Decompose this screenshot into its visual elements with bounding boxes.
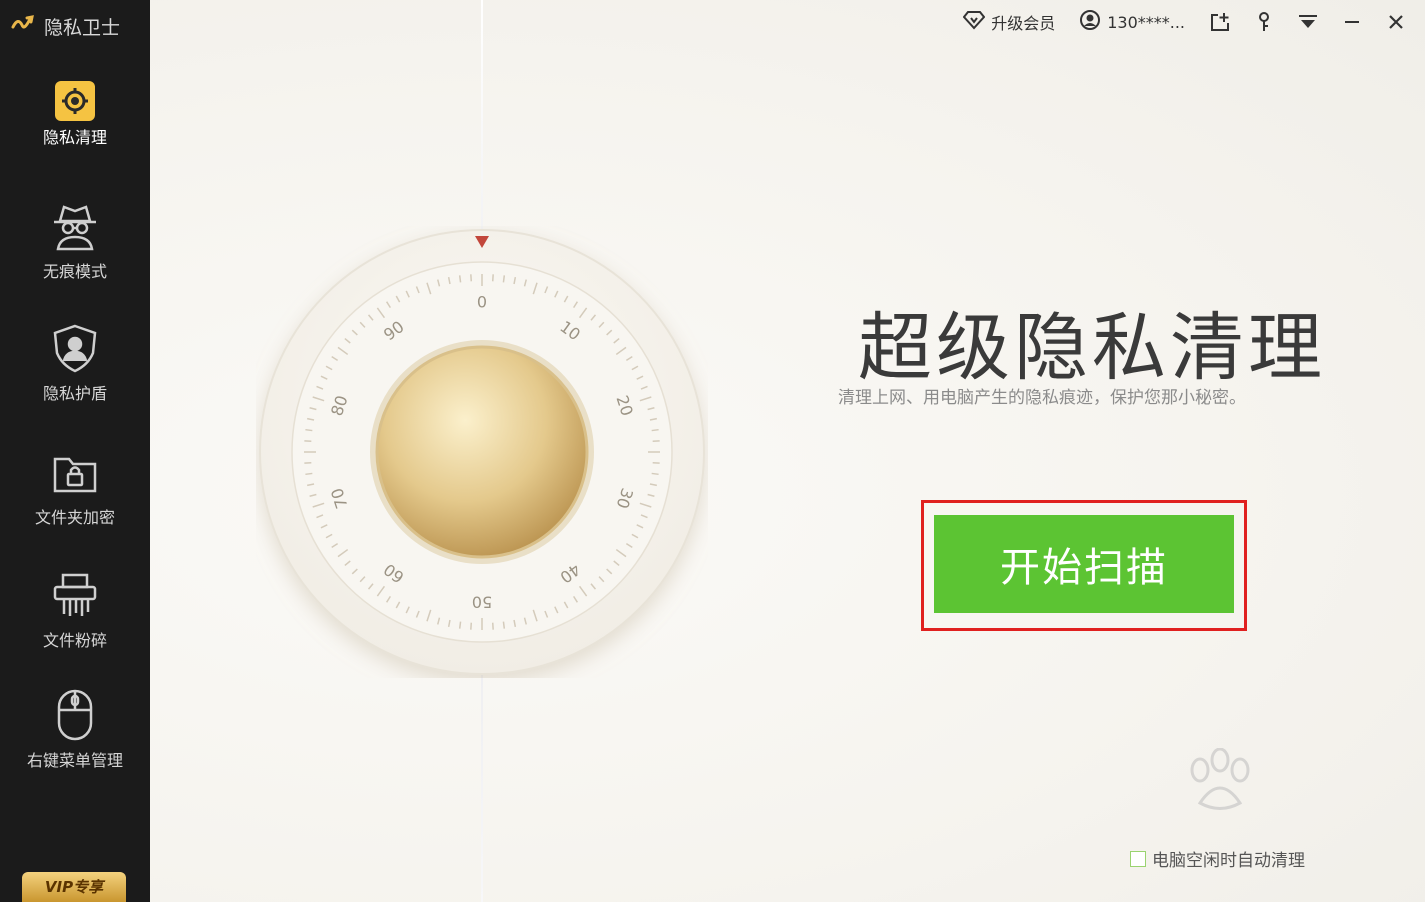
sidebar-item-label: 隐私护盾 — [42, 384, 107, 403]
key-icon[interactable] — [1253, 11, 1275, 33]
hero-subtitle: 清理上网、用电脑产生的隐私痕迹，保护您那小秘密。 — [838, 388, 1246, 408]
dial-number: 50 — [472, 593, 492, 612]
sidebar-item-incognito[interactable]: 无痕模式 — [0, 196, 150, 282]
diamond-icon — [962, 10, 986, 34]
incognito-icon — [45, 196, 105, 256]
user-account-button[interactable]: 130****... — [1079, 9, 1185, 35]
auto-clean-label: 电脑空闲时自动清理 — [1152, 851, 1305, 871]
folder-lock-icon — [45, 442, 105, 502]
mouse-icon — [45, 685, 105, 745]
auto-clean-option[interactable]: 电脑空闲时自动清理 — [1130, 846, 1305, 871]
app-logo-icon — [8, 11, 38, 41]
hero-title: 超级隐私清理 — [858, 305, 1326, 391]
privacy-clean-icon — [45, 80, 105, 122]
app-title: 隐私卫士 — [44, 16, 121, 39]
dial-number: 0 — [477, 293, 487, 312]
dial-tick — [305, 472, 313, 476]
dial-tick — [502, 275, 506, 283]
upgrade-member-button[interactable]: 升级会员 — [962, 10, 1056, 34]
privacy-shield-icon — [45, 318, 105, 378]
dial-tick — [651, 428, 659, 432]
dial-tick — [305, 428, 313, 432]
dial-tick — [458, 621, 462, 629]
sidebar-item-label: 无痕模式 — [42, 262, 107, 281]
file-shredder-icon — [45, 565, 105, 625]
user-account-label: 130****... — [1107, 12, 1185, 32]
safe-dial: 0102030405060708090 — [259, 229, 705, 675]
sidebar-item-privacy-shield[interactable]: 隐私护盾 — [0, 318, 150, 404]
sidebar-item-label: 右键菜单管理 — [26, 751, 123, 770]
main-panel: 升级会员 130****... 0 10 20 30 40 50 60 70 8… — [150, 0, 1425, 902]
close-icon[interactable] — [1385, 11, 1407, 33]
sidebar-item-label: 文件粉碎 — [42, 631, 107, 650]
sidebar-item-label: 隐私清理 — [42, 128, 107, 147]
menu-icon[interactable] — [1297, 11, 1319, 33]
sidebar-item-privacy-clean[interactable]: 隐私清理 — [0, 80, 150, 148]
sidebar-item-label: 文件夹加密 — [34, 508, 115, 527]
sidebar: 隐私卫士 隐私清理 无痕模式 隐私护盾 文件夹加密 文件粉碎 右键菜单管理 VI… — [0, 0, 150, 902]
auto-clean-checkbox[interactable] — [1130, 850, 1146, 867]
knob — [375, 345, 589, 559]
user-avatar-icon — [1079, 9, 1101, 35]
sidebar-item-folder-lock[interactable]: 文件夹加密 — [0, 442, 150, 528]
upgrade-member-label: 升级会员 — [991, 14, 1056, 33]
start-scan-button[interactable]: 开始扫描 — [934, 515, 1234, 613]
baidu-watermark — [1090, 748, 1350, 850]
app-brand: 隐私卫士 — [8, 8, 120, 44]
sidebar-item-context-menu[interactable]: 右键菜单管理 — [0, 685, 150, 771]
dial-tick — [502, 621, 506, 629]
minimize-icon[interactable] — [1341, 11, 1363, 33]
top-bar: 升级会员 130****... — [962, 0, 1425, 44]
sidebar-item-file-shredder[interactable]: 文件粉碎 — [0, 565, 150, 651]
vip-badge[interactable]: VIP专享 — [22, 872, 126, 902]
dial-tick — [651, 472, 659, 476]
paw-logo-icon — [1190, 748, 1250, 810]
share-icon[interactable] — [1209, 11, 1231, 33]
dial-tick — [458, 275, 462, 283]
